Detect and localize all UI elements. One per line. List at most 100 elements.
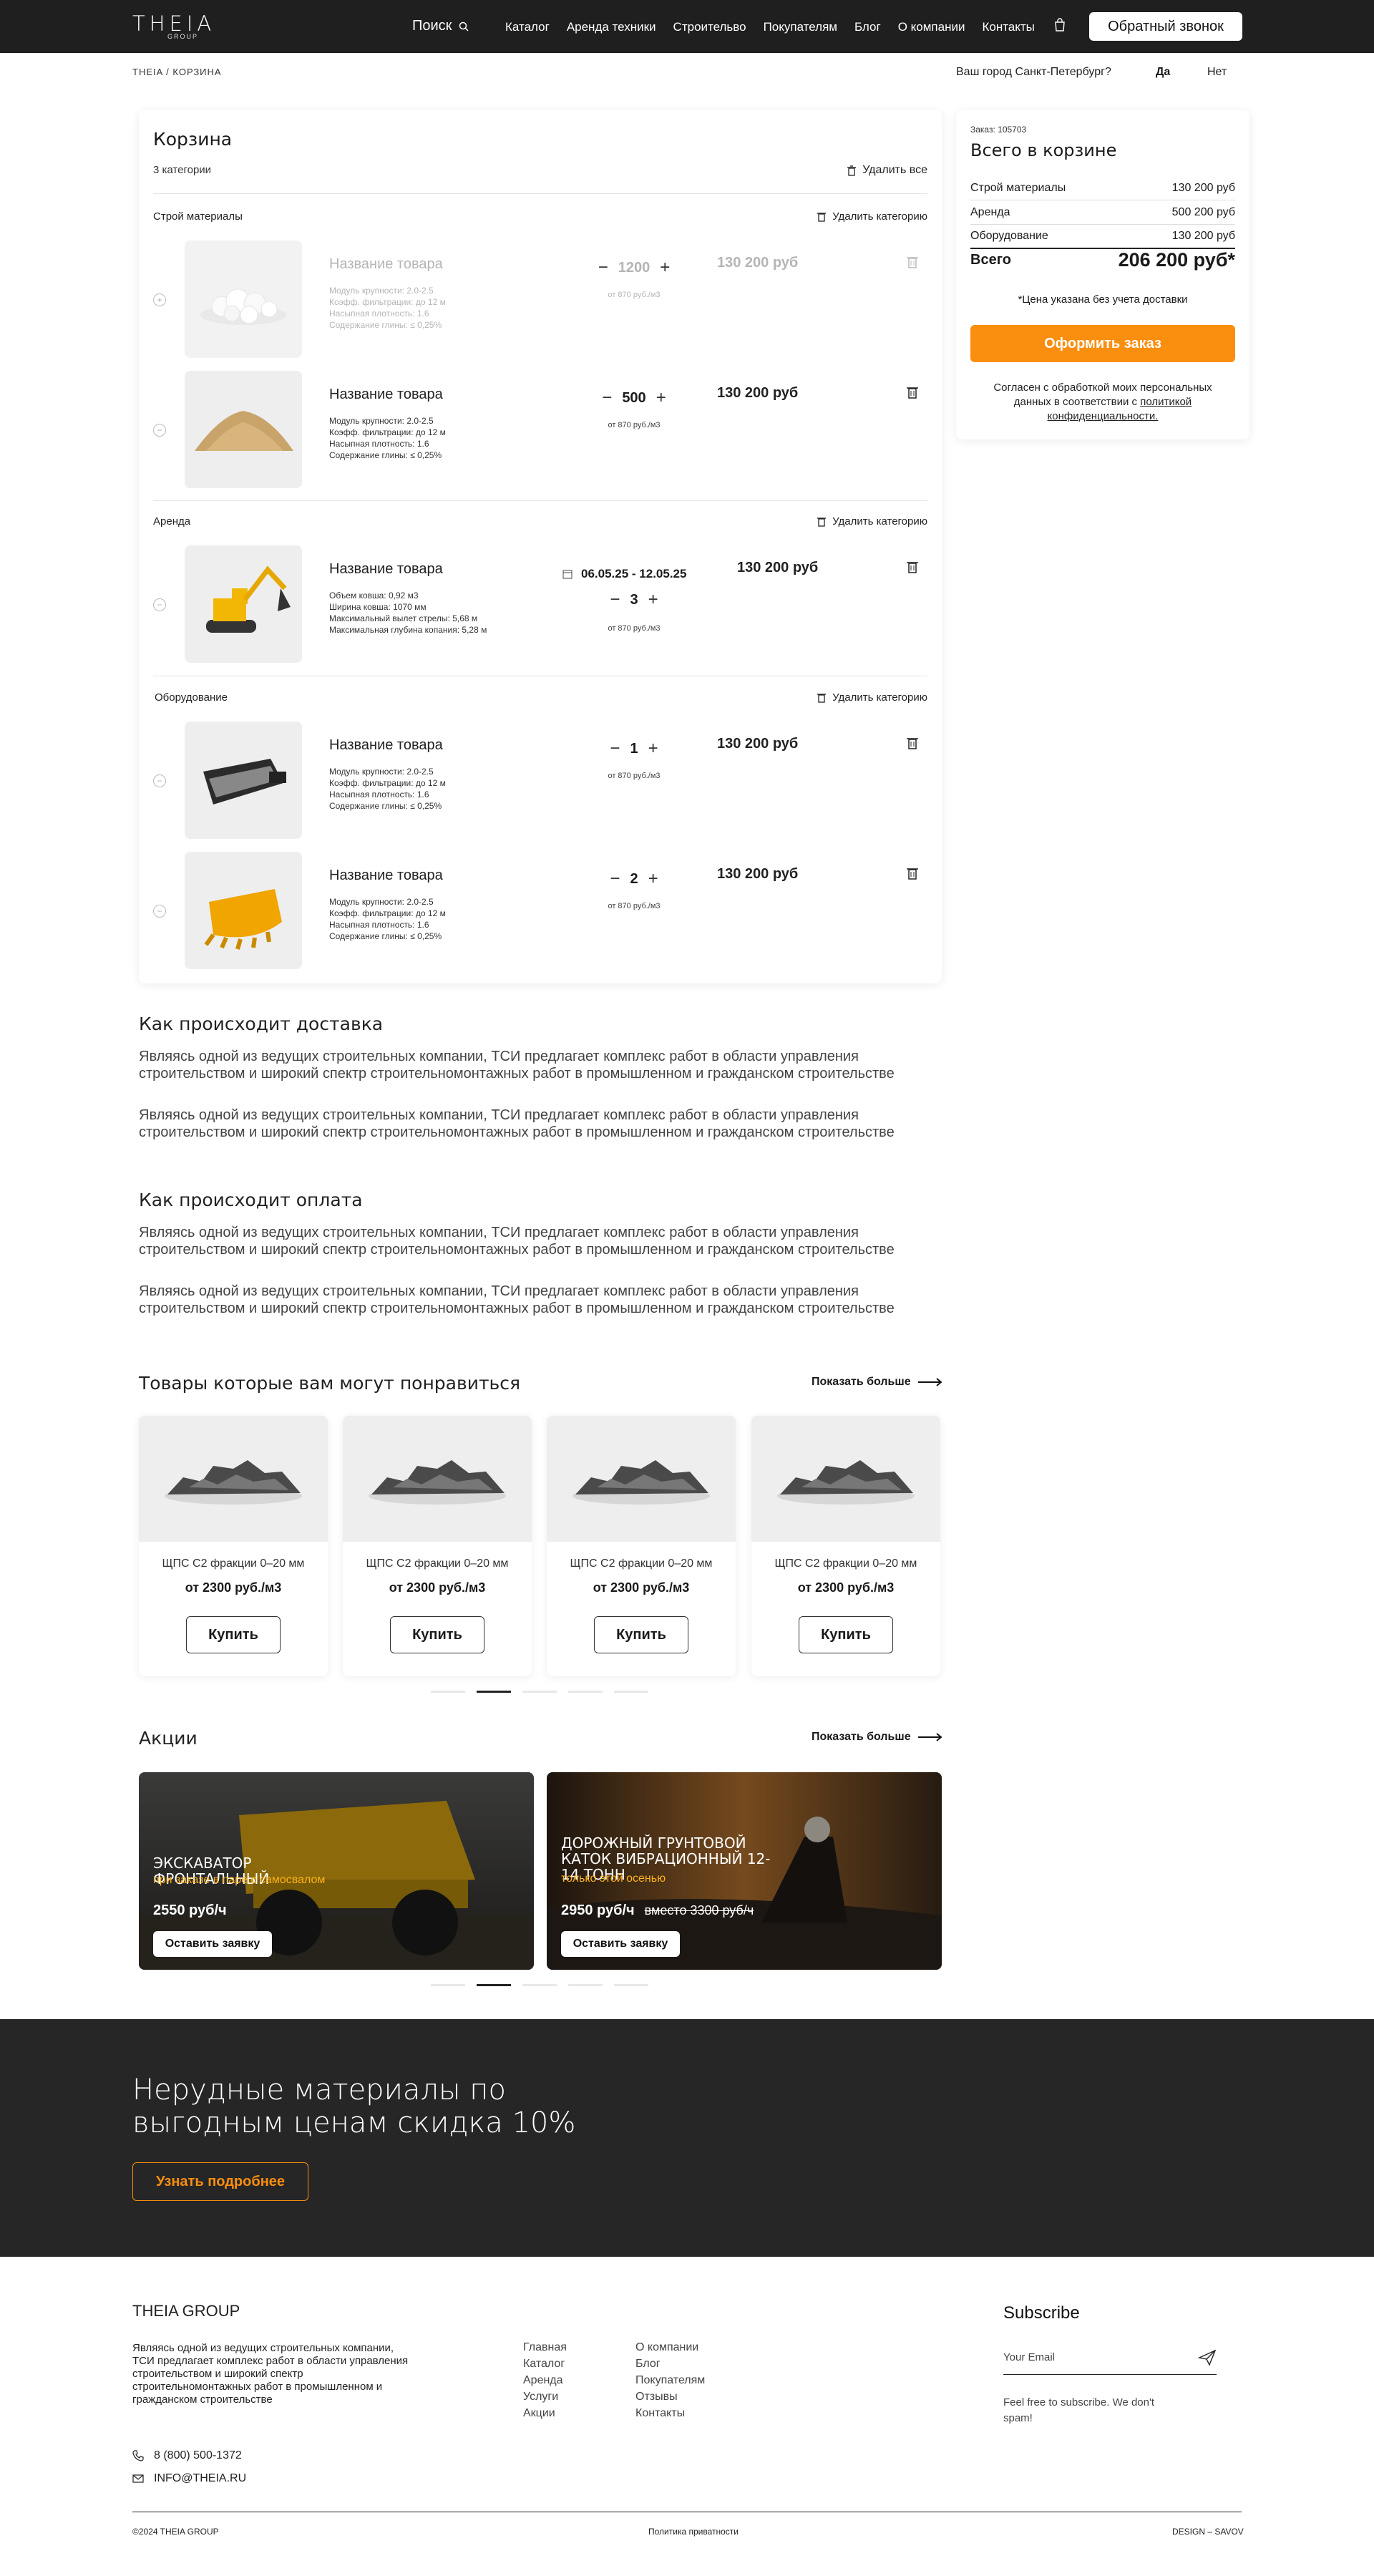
request-button[interactable]: Оставить заявку [561, 1931, 680, 1957]
footer-link[interactable]: Контакты [635, 2405, 705, 2421]
callback-button[interactable]: Обратный звонок [1089, 12, 1242, 41]
privacy-link[interactable]: Политика приватности [648, 2527, 739, 2537]
pagination-dot[interactable] [614, 1691, 648, 1693]
footer-link[interactable]: Акции [523, 2405, 567, 2421]
city-no-button[interactable]: Нет [1207, 66, 1227, 79]
footer-phone[interactable]: 8 (800) 500-1372 [132, 2449, 242, 2462]
footer-link[interactable]: Покупателям [635, 2372, 705, 2388]
item-name[interactable]: Название товара [329, 387, 443, 403]
cart-icon[interactable] [1053, 18, 1066, 32]
item-checkbox[interactable]: + [153, 293, 166, 306]
minus-button[interactable]: − [598, 258, 608, 278]
breadcrumb[interactable]: THEIA / КОРЗИНА [132, 67, 222, 77]
send-icon[interactable] [1198, 2349, 1217, 2366]
quantity-value[interactable]: 500 [622, 390, 645, 407]
product-card[interactable]: ЩПС С2 фракции 0–20 мм от 2300 руб./м3 К… [547, 1416, 736, 1676]
quantity-value[interactable]: 2 [630, 871, 638, 888]
minus-button[interactable]: − [610, 869, 620, 889]
pagination-dot[interactable] [477, 1691, 511, 1693]
trash-icon[interactable] [906, 255, 919, 269]
request-button[interactable]: Оставить заявку [153, 1931, 272, 1957]
buy-button[interactable]: Купить [799, 1616, 893, 1653]
pagination-dot[interactable] [568, 1691, 603, 1693]
promo-price: 2950 руб/ч вместо 3300 руб/ч [561, 1902, 754, 1919]
show-more-link[interactable]: Показать больше [812, 1376, 942, 1389]
pagination-dot[interactable] [477, 1984, 511, 1986]
pagination-dot[interactable] [431, 1984, 465, 1986]
delete-all-button[interactable]: Удалить все [847, 164, 927, 177]
pagination-dot[interactable] [522, 1691, 557, 1693]
nav-contacts[interactable]: Контакты [982, 20, 1034, 34]
buy-button[interactable]: Купить [186, 1616, 281, 1653]
nav-blog[interactable]: Блог [854, 20, 881, 34]
spec-line: Модуль крупности: 2.0-2.5 [329, 897, 434, 907]
search-button[interactable]: Поиск [412, 18, 469, 34]
product-card[interactable]: ЩПС С2 фракции 0–20 мм от 2300 руб./м3 К… [139, 1416, 328, 1676]
quantity-value[interactable]: 3 [630, 592, 638, 608]
item-checkbox[interactable]: − [153, 905, 166, 918]
buy-button[interactable]: Купить [390, 1616, 484, 1653]
footer-link[interactable]: Блог [635, 2356, 705, 2372]
plus-button[interactable]: + [648, 739, 658, 759]
subscribe-email-field[interactable]: Your Email [1003, 2341, 1217, 2375]
trash-icon[interactable] [906, 385, 919, 399]
plus-button[interactable]: + [648, 590, 658, 610]
trash-icon[interactable] [906, 866, 919, 880]
footer-link[interactable]: Отзывы [635, 2388, 705, 2405]
plus-button[interactable]: + [656, 388, 666, 408]
item-image [185, 240, 302, 358]
footer-link[interactable]: Аренда [523, 2372, 567, 2388]
item-name[interactable]: Название товара [329, 867, 443, 884]
delete-all-label: Удалить все [862, 164, 927, 176]
delete-category-button[interactable]: Удалить категорию [817, 515, 927, 528]
footer-email[interactable]: INFO@THEIA.RU [132, 2472, 246, 2485]
promo-price-value: 2950 руб/ч [561, 1902, 635, 1918]
nav-buyers[interactable]: Покупателям [764, 20, 837, 34]
nav-about[interactable]: О компании [898, 20, 965, 34]
checkout-button[interactable]: Оформить заказ [970, 325, 1235, 362]
trash-icon[interactable] [906, 736, 919, 750]
rental-dates[interactable]: 06.05.25 - 12.05.25 [562, 567, 686, 581]
buy-button[interactable]: Купить [594, 1616, 688, 1653]
plus-button[interactable]: + [660, 258, 670, 278]
minus-button[interactable]: − [602, 388, 612, 408]
item-name[interactable]: Название товара [329, 256, 443, 273]
footer-link[interactable]: О компании [635, 2339, 705, 2356]
cart-item: − Название товара Объем ковша: 0,92 м3 Ш… [139, 545, 942, 663]
delete-category-button[interactable]: Удалить категорию [817, 691, 927, 704]
delete-category-label: Удалить категорию [832, 691, 927, 704]
footer-link[interactable]: Каталог [523, 2356, 567, 2372]
quantity-value[interactable]: 1200 [618, 260, 651, 276]
designer-credit[interactable]: DESIGN – SAVOV [1172, 2527, 1244, 2537]
show-more-label: Показать больше [812, 1731, 911, 1743]
promo-card[interactable]: ДОРОЖНЫЙ ГРУНТОВОЙ КАТОК ВИБРАЦИОННЫЙ 12… [547, 1772, 942, 1970]
item-checkbox[interactable]: − [153, 598, 166, 611]
item-name[interactable]: Название товара [329, 561, 443, 578]
product-card[interactable]: ЩПС С2 фракции 0–20 мм от 2300 руб./м3 К… [751, 1416, 940, 1676]
pagination-dot[interactable] [431, 1691, 465, 1693]
plus-button[interactable]: + [648, 869, 658, 889]
nav-rental[interactable]: Аренда техники [567, 20, 656, 34]
delete-category-button[interactable]: Удалить категорию [817, 210, 927, 223]
nav-catalog[interactable]: Каталог [505, 20, 550, 34]
promo-card[interactable]: ЭКСКАВАТОР ФРОНТАЛЬНЫЙ при заказе в паре… [139, 1772, 534, 1970]
pagination-dot[interactable] [522, 1984, 557, 1986]
learn-more-button[interactable]: Узнать подробнее [132, 2162, 308, 2201]
pagination-dot[interactable] [614, 1984, 648, 1986]
show-more-link[interactable]: Показать больше [812, 1731, 942, 1744]
quantity-value[interactable]: 1 [630, 741, 638, 757]
footer-link[interactable]: Главная [523, 2339, 567, 2356]
city-yes-button[interactable]: Да [1156, 66, 1170, 79]
trash-icon [817, 213, 827, 222]
item-name[interactable]: Название товара [329, 737, 443, 754]
minus-button[interactable]: − [610, 590, 620, 610]
product-card[interactable]: ЩПС С2 фракции 0–20 мм от 2300 руб./м3 К… [343, 1416, 532, 1676]
pagination-dot[interactable] [568, 1984, 603, 1986]
footer-link[interactable]: Услуги [523, 2388, 567, 2405]
trash-icon[interactable] [906, 560, 919, 574]
logo[interactable]: THEIA [132, 11, 215, 36]
item-checkbox[interactable]: − [153, 774, 166, 787]
nav-construction[interactable]: Строительво [673, 20, 746, 34]
minus-button[interactable]: − [610, 739, 620, 759]
item-checkbox[interactable]: − [153, 424, 166, 437]
